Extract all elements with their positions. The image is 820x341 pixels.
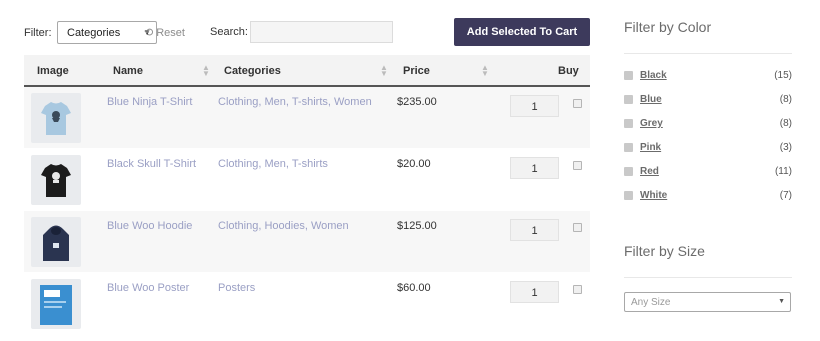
filter-by-color-title: Filter by Color [624,19,712,35]
buy-checkbox[interactable] [573,223,582,232]
size-filter-select[interactable]: Any Size ▼ [624,292,791,312]
header-name[interactable]: Name [113,65,143,77]
checkbox-icon[interactable] [624,119,633,128]
product-price: $60.00 [397,282,431,294]
product-name-link[interactable]: Black Skull T-Shirt [107,158,196,170]
size-filter-value: Any Size [631,297,671,308]
checkbox-icon[interactable] [624,95,633,104]
filter-by-size-title: Filter by Size [624,243,705,259]
category-link[interactable]: Hoodies [264,220,304,232]
color-filter-link[interactable]: Red [640,166,659,177]
hoodie-icon[interactable] [31,217,81,267]
buy-checkbox[interactable] [573,99,582,108]
search-input[interactable] [250,21,393,43]
product-categories: Clothing, Men, T-shirts [218,158,328,170]
caret-down-icon: ▼ [778,298,785,305]
category-link[interactable]: Women [311,220,349,232]
search-label: Search: [210,26,248,38]
header-buy: Buy [558,65,579,77]
tshirt-blue-icon[interactable] [31,93,81,143]
product-price: $20.00 [397,158,431,170]
color-filter-link[interactable]: White [640,190,667,201]
color-filter-item[interactable]: White (7) [624,189,792,203]
reset-label: Reset [156,27,185,39]
color-count: (8) [779,94,792,105]
category-link[interactable]: T-shirts [292,96,328,108]
product-name-link[interactable]: Blue Woo Hoodie [107,220,192,232]
color-filter-link[interactable]: Black [640,70,667,81]
color-filter-link[interactable]: Grey [640,118,663,129]
tshirt-black-icon[interactable] [31,155,81,205]
color-count: (11) [774,166,792,177]
table-toolbar: Filter: Categories ▼ ⟲ Reset Search: Add … [24,18,590,46]
product-categories: Clothing, Men, T-shirts, Women [218,96,372,108]
category-filter-value: Categories [67,27,121,39]
category-link[interactable]: Posters [218,282,255,294]
product-price: $235.00 [397,96,437,108]
color-filter-item[interactable]: Blue (8) [624,93,792,107]
table-header: Image Name ▲ ▼ Categories ▲ ▼ Price ▲ ▼ Buy [24,55,590,87]
color-filter-link[interactable]: Pink [640,142,661,153]
color-count: (7) [779,190,792,201]
category-link[interactable]: T-shirts [292,158,328,170]
color-filter-item[interactable]: Pink (3) [624,141,792,155]
checkbox-icon[interactable] [624,143,633,152]
buy-checkbox[interactable] [573,161,582,170]
table-row: Blue Woo Hoodie Clothing, Hoodies, Women… [24,211,590,273]
category-link[interactable]: Men [264,96,285,108]
category-filter-select[interactable]: Categories ▼ [57,21,157,44]
category-link[interactable]: Clothing [218,158,258,170]
color-filter-item[interactable]: Red (11) [624,165,792,179]
category-link[interactable]: Clothing [218,96,258,108]
checkbox-icon[interactable] [624,167,633,176]
product-categories: Clothing, Hoodies, Women [218,220,349,232]
products-table: Image Name ▲ ▼ Categories ▲ ▼ Price ▲ ▼ Buy… [24,55,590,335]
add-selected-to-cart-button[interactable]: Add Selected To Cart [454,18,590,46]
header-price[interactable]: Price [403,65,430,77]
buy-checkbox[interactable] [573,285,582,294]
category-link[interactable]: Women [334,96,372,108]
category-link[interactable]: Clothing [218,220,258,232]
color-filter-link[interactable]: Blue [640,94,662,105]
sort-price-icon[interactable]: ▲ ▼ [481,64,489,78]
table-row: Black Skull T-Shirt Clothing, Men, T-shi… [24,149,590,211]
sort-categories-icon[interactable]: ▲ ▼ [380,64,388,78]
product-categories: Posters [218,282,255,294]
product-name-link[interactable]: Blue Woo Poster [107,282,189,294]
quantity-input[interactable]: 1 [510,281,559,303]
table-row: Blue Ninja T-Shirt Clothing, Men, T-shir… [24,87,590,149]
product-price: $125.00 [397,220,437,232]
header-categories[interactable]: Categories [224,65,281,77]
color-filter-item[interactable]: Black (15) [624,69,792,83]
color-count: (8) [779,118,792,129]
poster-icon[interactable] [31,279,81,329]
header-image: Image [37,65,69,77]
reset-link[interactable]: ⟲ Reset [144,26,185,39]
filter-label: Filter: [24,27,52,39]
product-name-link[interactable]: Blue Ninja T-Shirt [107,96,192,108]
reset-icon: ⟲ [144,27,154,39]
checkbox-icon[interactable] [624,191,633,200]
color-filter-item[interactable]: Grey (8) [624,117,792,131]
checkbox-icon[interactable] [624,71,633,80]
quantity-input[interactable]: 1 [510,95,559,117]
color-count: (15) [774,70,792,81]
quantity-input[interactable]: 1 [510,157,559,179]
sort-name-icon[interactable]: ▲ ▼ [202,64,210,78]
divider [624,53,792,54]
divider [624,277,792,278]
table-row: Blue Woo Poster Posters $60.00 1 [24,273,590,335]
quantity-input[interactable]: 1 [510,219,559,241]
category-link[interactable]: Men [264,158,285,170]
color-count: (3) [779,142,792,153]
